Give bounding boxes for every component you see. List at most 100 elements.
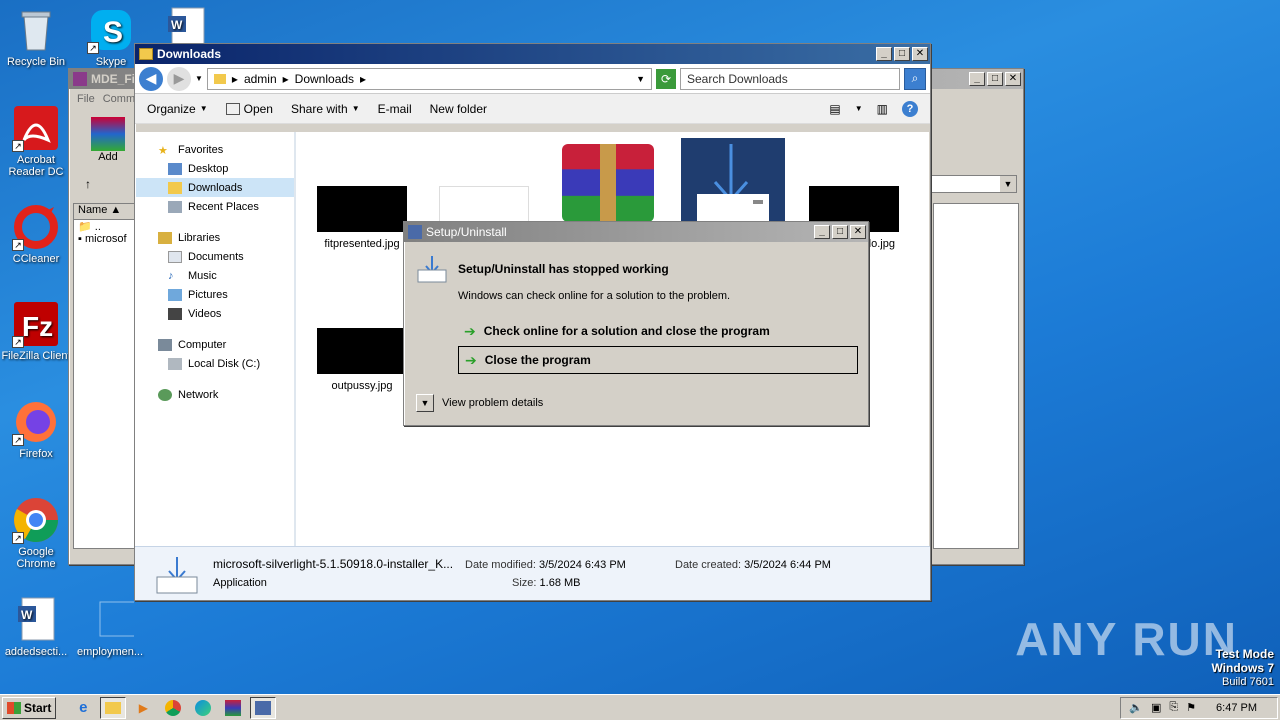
view-problem-details[interactable]: ▼ View problem details [416,394,543,412]
nav-desktop[interactable]: Desktop [136,159,294,178]
preview-pane-icon[interactable]: ▥ [877,102,888,116]
nav-local-disk[interactable]: Local Disk (C:) [136,354,294,373]
chevron-down-icon[interactable]: ▼ [855,104,863,113]
open-icon [225,102,240,115]
start-button[interactable]: Start [2,696,57,719]
desktop-icon-recycle-bin[interactable]: Recycle Bin [0,6,72,68]
dialog-titlebar[interactable]: Setup/Uninstall _ □ ✕ [404,222,868,242]
file-item[interactable]: outpussy.jpg [316,328,408,392]
desktop-icon-firefox[interactable]: ↗ Firefox [0,398,72,460]
organize-button[interactable]: Organize ▼ [147,102,208,116]
dialog-heading: Setup/Uninstall has stopped working [458,262,669,276]
new-folder-button[interactable]: New folder [430,102,487,116]
minimize-button[interactable]: _ [876,47,892,61]
explorer-titlebar[interactable]: Downloads _ □ ✕ [135,44,930,64]
maximize-button[interactable]: □ [894,47,910,61]
minimize-button[interactable]: _ [814,225,830,239]
chevron-down-icon[interactable]: ▼ [636,74,645,84]
close-button[interactable]: ✕ [1005,72,1021,86]
path-dropdown[interactable]: ▼ [929,175,1017,193]
up-arrow-icon[interactable]: ↑ [85,177,91,191]
list-item-label: .. [94,221,101,233]
network-tray-icon[interactable]: ▣ [1151,701,1161,714]
maximize-button[interactable]: □ [987,72,1003,86]
installer-file-icon [155,555,199,595]
desktop-icon-label: FileZilla Client [1,350,71,362]
winrar-app-icon [73,72,87,86]
share-with-button[interactable]: Share with ▼ [291,102,360,116]
file-list[interactable]: Name ▲ 📁 .. ▪ microsof [73,203,135,549]
expand-chevron-icon[interactable]: ▼ [416,394,434,412]
taskbar-winrar[interactable] [220,697,246,719]
address-bar[interactable]: ▸ admin ▸ Downloads ▸ ▼ [206,67,652,90]
drive-icon [168,357,182,370]
taskbar-edge[interactable] [190,697,216,719]
view-options-icon[interactable]: ▤ [829,102,840,116]
check-online-button[interactable]: ➔ Check online for a solution and close … [458,317,858,345]
nav-pictures[interactable]: Pictures [136,285,294,304]
forward-button[interactable]: ▶ [167,66,191,91]
desktop-icon-label: addedsecti... [4,646,68,658]
desktop-icon-filezilla[interactable]: Fz ↗ FileZilla Client [0,300,72,362]
firefox-icon: ↗ [12,398,60,446]
winrar-icon [225,699,242,716]
search-icon[interactable]: ⌕ [904,67,926,90]
file-item[interactable] [558,144,658,222]
nav-recent-places[interactable]: Recent Places [136,197,294,216]
music-icon: ♪ [168,269,174,282]
email-button[interactable]: E-mail [378,102,412,116]
list-item[interactable]: 📁 .. [74,220,134,233]
nav-music[interactable]: ♪ Music [136,266,294,285]
file-item[interactable]: fitpresented.jpg [316,186,408,250]
open-button[interactable]: Open [225,102,273,116]
back-button[interactable]: ◀ [139,66,163,91]
menu-commands[interactable]: Comm [103,93,135,105]
minimize-button[interactable]: _ [969,72,985,86]
taskbar-chrome[interactable] [160,697,186,719]
desktop-icon-chrome[interactable]: ↗ Google Chrome [0,496,72,570]
desktop-icon-ccleaner[interactable]: ↗ CCleaner [0,203,72,265]
refresh-button[interactable]: ⟳ [656,68,676,89]
nav-documents[interactable]: Documents [136,247,294,266]
list-item[interactable]: ▪ microsof [74,233,134,245]
action-center-flag-icon[interactable]: ⚑ [1186,701,1196,714]
file-item-selected[interactable] [680,138,786,222]
menu-file[interactable]: File [77,93,95,105]
maximize-button[interactable]: □ [832,225,848,239]
chevron-down-icon[interactable]: ▼ [1000,176,1016,192]
shortcut-arrow-icon: ↗ [12,140,24,152]
desktop-icon-employment[interactable]: employmen... [74,596,146,658]
chevron-down-icon[interactable]: ▼ [195,74,203,83]
close-button[interactable]: ✕ [850,225,866,239]
navigation-pane: ★ Favorites Desktop Downloads Recent Plac… [136,132,296,546]
breadcrumb-admin[interactable]: admin [244,72,277,86]
taskbar-explorer[interactable] [100,696,127,719]
close-program-button[interactable]: ➔ Close the program [458,346,858,374]
column-header-name[interactable]: Name ▲ [74,204,134,220]
breadcrumb-downloads[interactable]: Downloads [295,72,354,86]
clock[interactable]: 6:47 PM [1216,702,1257,714]
desktop-icon-addedsection[interactable]: W addedsecti... [0,596,72,658]
taskbar-ie[interactable]: e [70,697,96,719]
taskbar-media-player[interactable]: ▶ [130,697,156,719]
help-icon[interactable]: ? [902,100,918,117]
error-dialog[interactable]: Setup/Uninstall _ □ ✕ Setup/Uninstall ha… [403,221,869,426]
chevron-right-icon: ▸ [360,71,367,86]
image-thumbnail [317,186,407,232]
usb-icon[interactable]: ⎘ [1169,701,1178,714]
nav-libraries[interactable]: Libraries [136,228,294,247]
nav-favorites[interactable]: ★ Favorites [136,140,294,159]
setup-error-icon [416,254,448,284]
windows-logo-icon [7,701,21,714]
nav-downloads[interactable]: Downloads [136,178,294,197]
taskbar-setup[interactable] [250,696,277,719]
desktop-icon-acrobat[interactable]: ↗ Acrobat Reader DC [0,104,72,178]
nav-network[interactable]: Network [136,385,294,404]
details-value: 1.68 MB [539,577,581,589]
nav-computer[interactable]: Computer [136,335,294,354]
volume-icon[interactable]: 🔈 [1129,701,1143,714]
close-button[interactable]: ✕ [912,47,928,61]
search-input[interactable]: Search Downloads [680,67,900,90]
nav-videos[interactable]: Videos [136,304,294,323]
add-button[interactable]: Add [91,117,125,163]
